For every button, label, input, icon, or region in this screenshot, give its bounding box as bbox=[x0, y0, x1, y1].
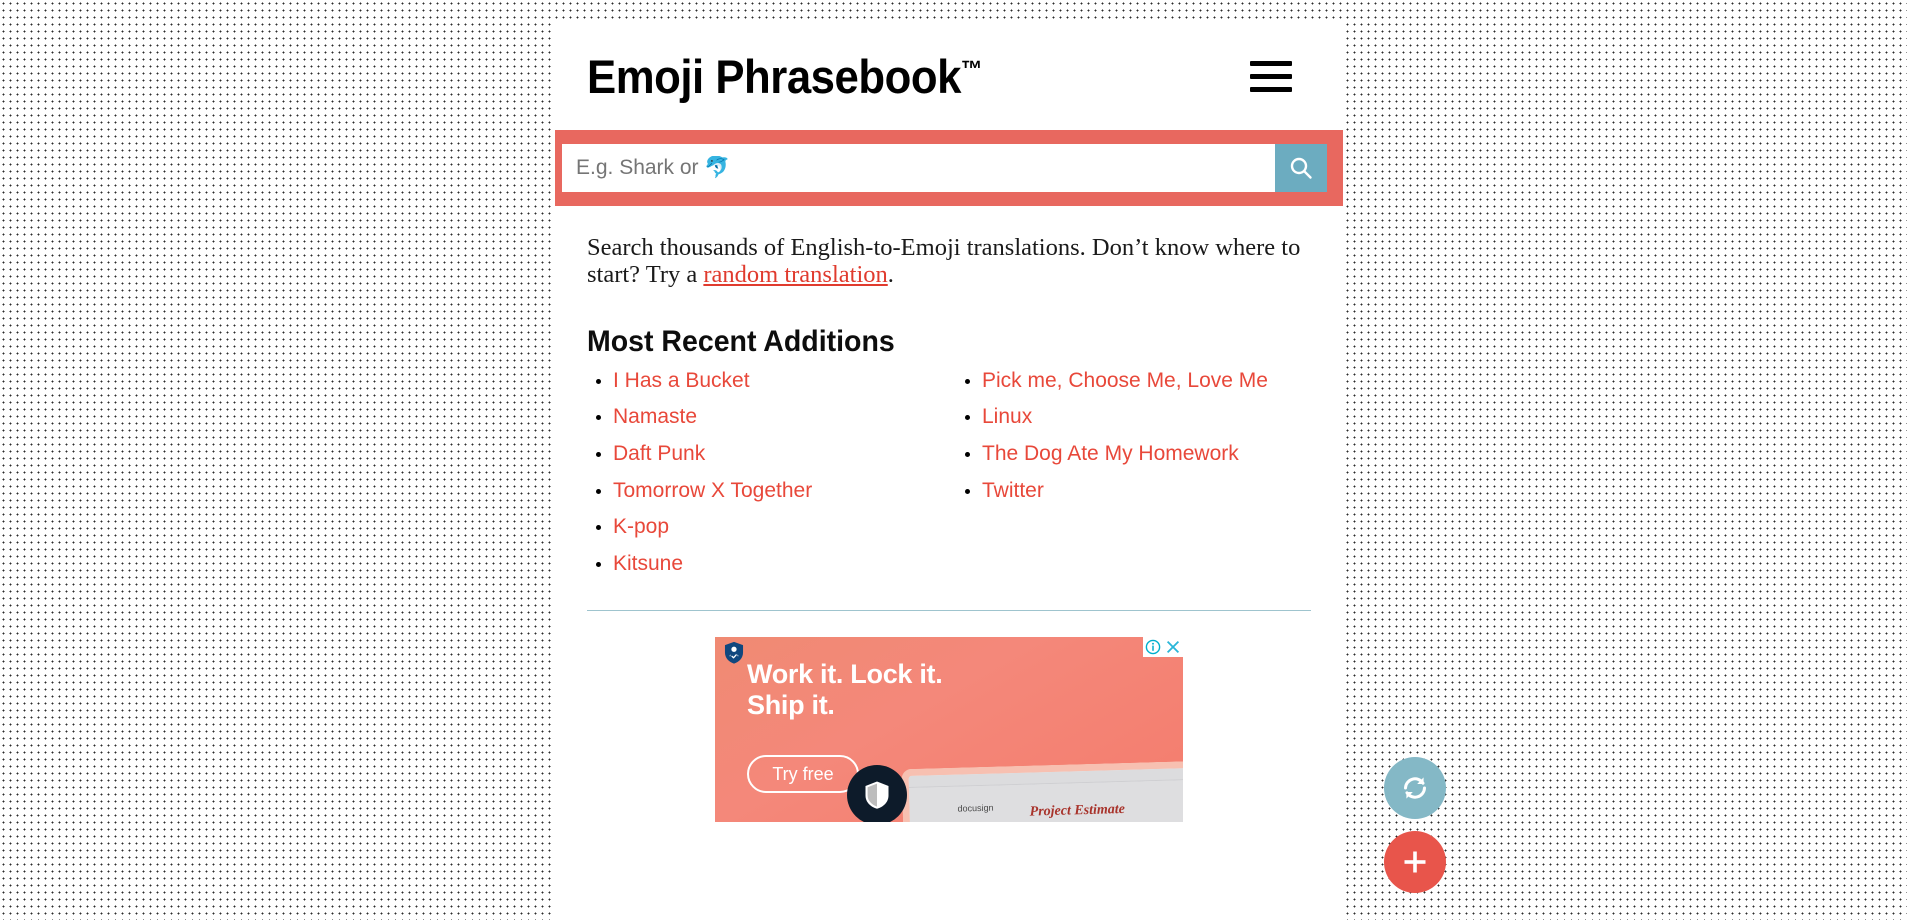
ad-headline-line-2: Ship it. bbox=[747, 690, 835, 721]
list-item: Daft Punk bbox=[613, 442, 956, 467]
list-item: The Dog Ate My Homework bbox=[982, 442, 1325, 467]
list-item: I Has a Bucket bbox=[613, 369, 956, 394]
recent-link[interactable]: I Has a Bucket bbox=[613, 369, 750, 392]
recent-link[interactable]: Pick me, Choose Me, Love Me bbox=[982, 369, 1268, 392]
page-card: Emoji Phrasebook™ Search thousands of En… bbox=[555, 22, 1343, 920]
ad-doc-logo: docusign bbox=[957, 802, 994, 814]
ad-laptop-mockup: docusign Project Estimate bbox=[901, 761, 1183, 823]
page-title-text: Emoji Phrasebook bbox=[587, 49, 961, 103]
list-item: Twitter bbox=[982, 479, 1325, 504]
advertisement[interactable]: Work it. Lock it. Ship it. Try free docu… bbox=[715, 637, 1183, 823]
random-translation-link[interactable]: random translation bbox=[703, 261, 887, 288]
shield-person-icon bbox=[724, 642, 744, 664]
list-item: Namaste bbox=[613, 405, 956, 430]
list-item: Pick me, Choose Me, Love Me bbox=[982, 369, 1325, 394]
ad-product-badge bbox=[847, 765, 907, 823]
recent-column-right: Pick me, Choose Me, Love Me Linux The Do… bbox=[956, 369, 1325, 588]
list-item: K-pop bbox=[613, 515, 956, 540]
section-divider bbox=[587, 610, 1311, 612]
ad-cta-button[interactable]: Try free bbox=[747, 755, 859, 794]
recent-link[interactable]: The Dog Ate My Homework bbox=[982, 442, 1239, 465]
hamburger-bar-1 bbox=[1250, 60, 1292, 66]
search-icon[interactable] bbox=[1275, 144, 1327, 192]
search-bar bbox=[555, 130, 1343, 206]
list-item: Tomorrow X Together bbox=[613, 479, 956, 504]
recent-link[interactable]: Linux bbox=[982, 405, 1032, 428]
add-fab-button[interactable] bbox=[1384, 831, 1446, 893]
hamburger-menu-icon[interactable] bbox=[1245, 55, 1297, 97]
page-title: Emoji Phrasebook™ bbox=[587, 49, 982, 104]
recent-link[interactable]: Namaste bbox=[613, 405, 697, 428]
recent-link[interactable]: K-pop bbox=[613, 515, 669, 538]
intro-text-before: Search thousands of English-to-Emoji tra… bbox=[587, 234, 1301, 289]
list-item: Linux bbox=[982, 405, 1325, 430]
ad-laptop-screen: docusign Project Estimate bbox=[908, 780, 1183, 823]
shield-icon bbox=[865, 781, 889, 810]
hamburger-bar-2 bbox=[1250, 73, 1292, 79]
recent-column-left: I Has a Bucket Namaste Daft Punk Tomorro… bbox=[587, 369, 956, 588]
recent-list-left: I Has a Bucket Namaste Daft Punk Tomorro… bbox=[587, 369, 956, 576]
refresh-icon bbox=[1404, 777, 1426, 799]
recent-additions-heading: Most Recent Additions bbox=[587, 324, 895, 358]
recent-link[interactable]: Daft Punk bbox=[613, 442, 705, 465]
recent-list-right: Pick me, Choose Me, Love Me Linux The Do… bbox=[956, 369, 1325, 503]
intro-text-after: . bbox=[887, 261, 894, 289]
ad-headline: Work it. Lock it. Ship it. bbox=[747, 659, 943, 721]
recent-link[interactable]: Twitter bbox=[982, 479, 1044, 502]
list-item: Kitsune bbox=[613, 552, 956, 577]
site-header: Emoji Phrasebook™ bbox=[555, 22, 1343, 130]
recent-additions-columns: I Has a Bucket Namaste Daft Punk Tomorro… bbox=[587, 369, 1325, 588]
ad-container: Work it. Lock it. Ship it. Try free docu… bbox=[555, 637, 1343, 823]
intro-paragraph: Search thousands of English-to-Emoji tra… bbox=[587, 234, 1313, 289]
refresh-fab-button[interactable] bbox=[1384, 757, 1446, 819]
close-icon[interactable] bbox=[1163, 637, 1183, 658]
recent-link[interactable]: Tomorrow X Together bbox=[613, 479, 812, 502]
hamburger-bar-3 bbox=[1250, 86, 1292, 92]
info-icon[interactable] bbox=[1143, 637, 1163, 658]
plus-icon bbox=[1404, 851, 1426, 873]
ad-badges bbox=[1143, 637, 1183, 658]
search-input[interactable] bbox=[562, 144, 1275, 192]
ad-headline-line-1: Work it. Lock it. bbox=[747, 659, 943, 690]
ad-doc-title: Project Estimate bbox=[1029, 802, 1126, 820]
recent-link[interactable]: Kitsune bbox=[613, 552, 683, 575]
trademark-symbol: ™ bbox=[960, 54, 982, 81]
